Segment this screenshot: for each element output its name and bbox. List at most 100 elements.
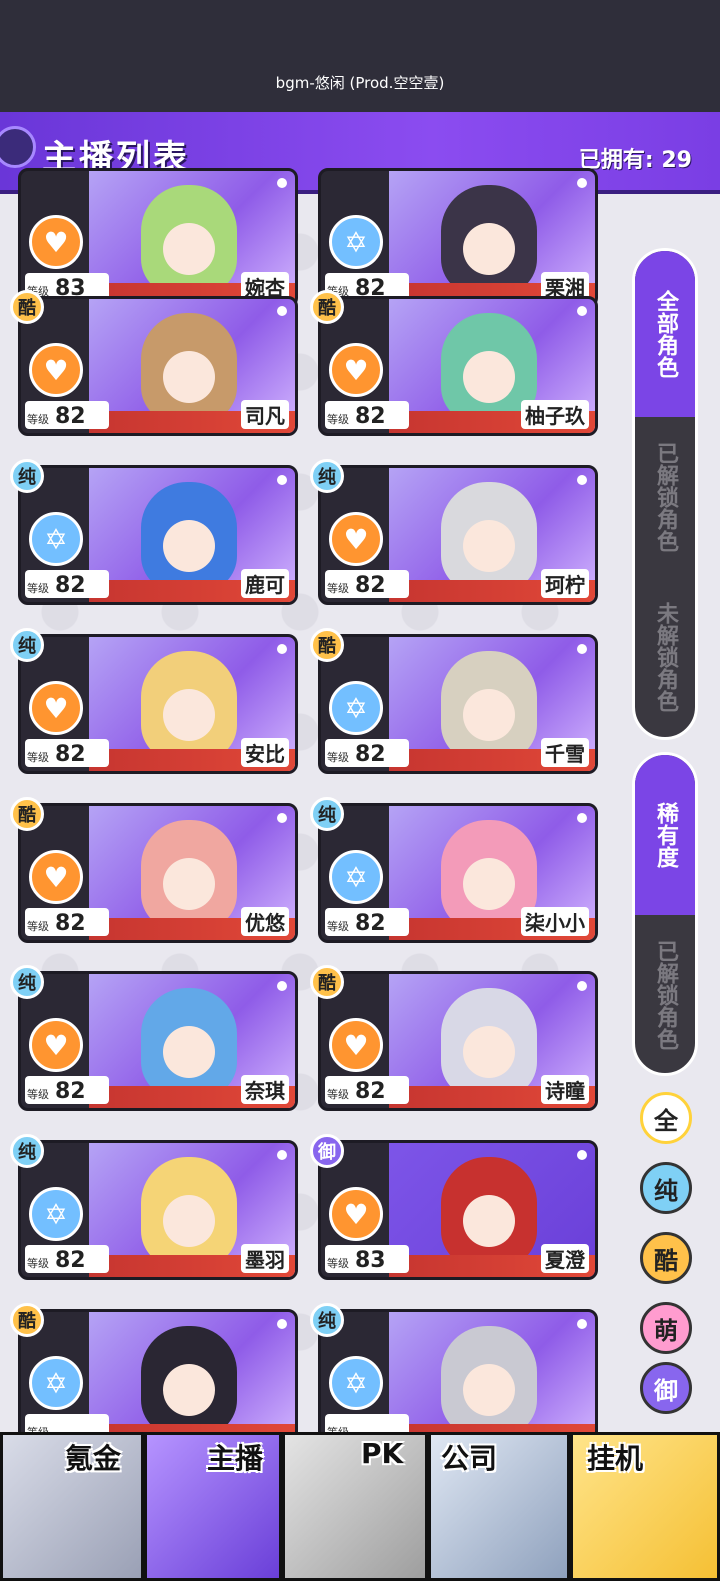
level-label: 等级 <box>27 751 49 764</box>
type-emblem-icon: ♥ <box>29 343 83 397</box>
rarity-badge: 纯 <box>10 1134 44 1168</box>
nav-krypton-button[interactable]: 氪金 <box>0 1432 144 1581</box>
type-emblem-icon: ♥ <box>29 1018 83 1072</box>
character-face <box>441 988 537 1098</box>
streamer-card[interactable]: ✡等级 <box>18 1309 298 1449</box>
streamer-card[interactable]: ♥ 等级 82 奈琪 <box>18 971 298 1111</box>
status-dot <box>577 813 587 823</box>
status-dot <box>277 981 287 991</box>
status-dot <box>577 1150 587 1160</box>
status-dot <box>277 306 287 316</box>
level-label: 等级 <box>327 413 349 426</box>
type-emblem-icon: ♥ <box>29 850 83 904</box>
tab-all-characters[interactable]: 全部角色 <box>635 251 695 417</box>
tab-locked-characters[interactable]: 未解锁角色 <box>635 577 695 737</box>
streamer-card[interactable]: ✡ 等级 82 栗湘 <box>318 168 598 308</box>
status-dot <box>277 178 287 188</box>
filter-cool-button[interactable]: 酷 <box>640 1232 692 1284</box>
character-face <box>141 820 237 930</box>
character-name: 诗瞳 <box>541 1075 589 1104</box>
streamer-card[interactable]: ✡等级 <box>318 1309 598 1449</box>
character-name: 优悠 <box>241 907 289 936</box>
tab-rarity[interactable]: 稀有度 <box>635 755 695 915</box>
character-face <box>141 988 237 1098</box>
filter-all-button[interactable]: 全 <box>640 1092 692 1144</box>
character-face <box>141 1326 237 1436</box>
level-value: 82 <box>355 573 386 598</box>
type-emblem-icon: ✡ <box>329 681 383 735</box>
level-label: 等级 <box>327 582 349 595</box>
filter-cute-button[interactable]: 萌 <box>640 1302 692 1354</box>
filter-royal-button[interactable]: 御 <box>640 1362 692 1414</box>
type-emblem-icon: ♥ <box>329 1187 383 1241</box>
type-emblem-icon: ✡ <box>329 850 383 904</box>
streamer-card[interactable]: ♥ 等级 82 柚子玖 <box>318 296 598 436</box>
nav-streamer-button[interactable]: 主播 <box>144 1432 282 1581</box>
streamer-card[interactable]: ♥ 等级 83 婉杏 <box>18 168 298 308</box>
character-face <box>141 482 237 592</box>
type-emblem-icon: ✡ <box>329 215 383 269</box>
status-dot <box>577 981 587 991</box>
type-emblem-icon: ♥ <box>29 215 83 269</box>
streamer-card[interactable]: ♥ 等级 82 珂柠 <box>318 465 598 605</box>
level-label: 等级 <box>27 920 49 933</box>
rarity-badge: 酷 <box>310 290 344 324</box>
streamer-card[interactable]: ♥ 等级 83 夏澄 <box>318 1140 598 1280</box>
nav-idle-button[interactable]: 挂机 <box>570 1432 720 1581</box>
level-value: 82 <box>55 742 86 767</box>
character-name: 珂柠 <box>541 569 589 598</box>
level-label: 等级 <box>27 582 49 595</box>
level-label: 等级 <box>327 751 349 764</box>
status-dot <box>577 475 587 485</box>
streamer-card[interactable]: ♥ 等级 82 安比 <box>18 634 298 774</box>
view-filter-panel: 全部角色 已解锁角色 未解锁角色 <box>632 248 698 740</box>
streamer-card[interactable]: ♥ 等级 82 司凡 <box>18 296 298 436</box>
level-value: 82 <box>55 573 86 598</box>
type-emblem-icon: ♥ <box>29 681 83 735</box>
nav-streamer-label: 主播 <box>207 1442 264 1475</box>
status-dot <box>577 306 587 316</box>
character-face <box>141 313 237 423</box>
rarity-badge: 酷 <box>10 290 44 324</box>
level-value: 82 <box>355 1079 386 1104</box>
status-dot <box>277 813 287 823</box>
filter-pure-button[interactable]: 纯 <box>640 1162 692 1214</box>
rarity-badge: 御 <box>310 1134 344 1168</box>
nav-idle-label: 挂机 <box>587 1442 644 1475</box>
rarity-badge: 酷 <box>310 628 344 662</box>
character-name: 柚子玖 <box>521 400 589 429</box>
status-dot <box>277 644 287 654</box>
tab-unlocked-characters[interactable]: 已解锁角色 <box>635 417 695 577</box>
level-value: 82 <box>55 404 86 429</box>
level-value: 82 <box>355 911 386 936</box>
rarity-badge: 纯 <box>10 628 44 662</box>
status-dot <box>277 1150 287 1160</box>
type-emblem-icon: ✡ <box>29 1356 83 1410</box>
character-face <box>141 1157 237 1267</box>
character-name: 鹿可 <box>241 569 289 598</box>
streamer-card[interactable]: ♥ 等级 82 诗瞳 <box>318 971 598 1111</box>
character-face <box>441 651 537 761</box>
tab-unlocked[interactable]: 已解锁角色 <box>635 915 695 1073</box>
level-label: 等级 <box>327 1257 349 1270</box>
rarity-badge: 酷 <box>310 965 344 999</box>
character-face <box>441 1326 537 1436</box>
level-value: 82 <box>55 1079 86 1104</box>
nav-company-label: 公司 <box>441 1442 498 1475</box>
character-name: 奈琪 <box>241 1075 289 1104</box>
streamer-card[interactable]: ✡ 等级 82 千雪 <box>318 634 598 774</box>
character-face <box>441 482 537 592</box>
level-label: 等级 <box>27 413 49 426</box>
menu-icon[interactable] <box>0 126 36 168</box>
nav-company-button[interactable]: 公司 <box>428 1432 570 1581</box>
sort-panel: 稀有度 已解锁角色 <box>632 752 698 1076</box>
nav-pk-button[interactable]: PK <box>282 1432 428 1581</box>
type-emblem-icon: ♥ <box>329 343 383 397</box>
level-value: 82 <box>355 742 386 767</box>
streamer-card[interactable]: ✡ 等级 82 墨羽 <box>18 1140 298 1280</box>
streamer-card[interactable]: ✡ 等级 82 鹿可 <box>18 465 298 605</box>
rarity-badge: 纯 <box>310 459 344 493</box>
streamer-card[interactable]: ✡ 等级 82 柒小小 <box>318 803 598 943</box>
bgm-label: bgm-悠闲 (Prod.空空壹) <box>275 74 445 92</box>
streamer-card[interactable]: ♥ 等级 82 优悠 <box>18 803 298 943</box>
